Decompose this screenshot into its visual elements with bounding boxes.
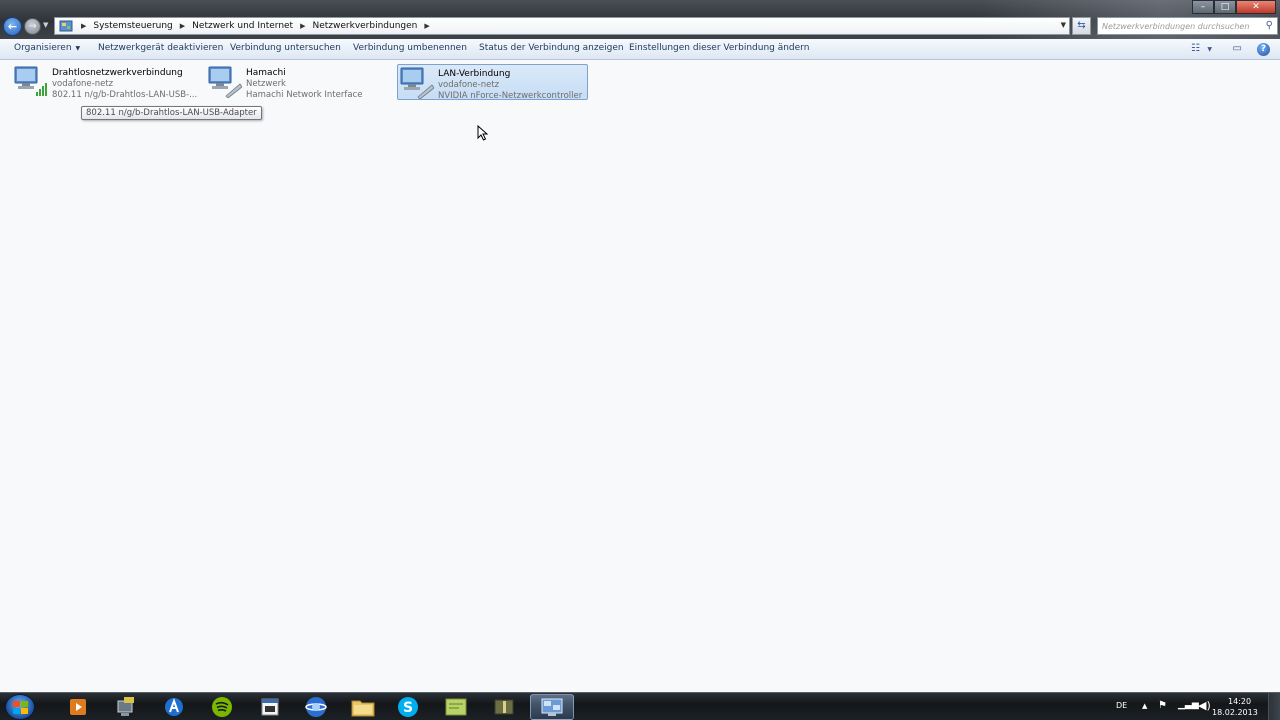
breadcrumb-separator[interactable]: ▶ [81, 22, 86, 30]
window-titlebar: – □ ✕ ← → ▼ ▶ Systemsteuerung ▶ Netzwerk… [0, 0, 1280, 39]
address-bar[interactable]: ▶ Systemsteuerung ▶ Netzwerk und Interne… [54, 17, 1070, 35]
organize-menu[interactable]: Organisieren ▼ [14, 43, 80, 53]
language-indicator[interactable]: DE [1116, 701, 1127, 710]
taskbar-file-explorer[interactable] [341, 694, 385, 720]
breadcrumb-systemsteuerung[interactable]: Systemsteuerung [93, 21, 172, 31]
refresh-button[interactable]: ⇆ [1072, 17, 1091, 35]
skype-icon: S [398, 697, 418, 717]
taskbar-network-connections[interactable] [530, 694, 574, 720]
maximize-button[interactable]: □ [1214, 0, 1236, 14]
taskbar: S DE ▲ ⚑ ▁▃▅ ◀) 14:20 18.02.2013 [0, 692, 1280, 720]
file-explorer-icon [351, 700, 375, 717]
volume-icon[interactable]: ◀) [1198, 699, 1211, 712]
taskbar-spotify[interactable] [200, 694, 244, 720]
network-adapter-icon [206, 64, 243, 99]
connection-name: LAN-Verbindung [438, 69, 511, 79]
arrow-right-icon: → [28, 21, 37, 32]
connection-status-button[interactable]: Status der Verbindung anzeigen [479, 43, 624, 53]
connection-device: NVIDIA nForce-Netzwerkcontroller [438, 91, 583, 101]
search-icon[interactable]: ⚲ [1266, 20, 1273, 31]
svg-text:S: S [403, 700, 413, 716]
media-player-icon [70, 699, 86, 715]
connection-name: Drahtlosnetzwerkverbindung [52, 68, 183, 78]
minimize-button[interactable]: – [1192, 0, 1214, 14]
forward-button[interactable]: → [24, 18, 41, 35]
network-signal-icon[interactable]: ▁▃▅ [1178, 700, 1199, 710]
breadcrumb-netzwerkverbindungen[interactable]: Netzwerkverbindungen [312, 21, 417, 31]
taskbar-notes[interactable] [434, 694, 478, 720]
arrow-left-icon: ← [7, 20, 18, 33]
connection-device: 802.11 n/g/b-Drahtlos-LAN-USB-... [52, 90, 198, 100]
window-controls: – □ ✕ [1192, 0, 1276, 14]
network-monitor-icon [117, 697, 134, 716]
diagnose-connection-button[interactable]: Verbindung untersuchen [230, 43, 341, 53]
help-icon[interactable]: ? [1257, 43, 1270, 56]
spotify-icon [212, 697, 232, 717]
connection-network: Netzwerk [246, 79, 286, 89]
chevron-down-icon: ▼ [75, 45, 81, 52]
device-tooltip: 802.11 n/g/b-Drahtlos-LAN-USB-Adapter [81, 106, 262, 120]
change-settings-button[interactable]: Einstellungen dieser Verbindung ändern [629, 43, 809, 53]
control-panel-icon [58, 18, 74, 34]
deactivate-device-button[interactable]: Netzwerkgerät deaktivieren [98, 43, 223, 53]
show-hidden-icons-icon[interactable]: ▲ [1142, 702, 1147, 710]
breadcrumb-netzwerk-und-internet[interactable]: Netzwerk und Internet [192, 21, 293, 31]
rename-connection-button[interactable]: Verbindung umbenennen [353, 43, 467, 53]
tool-icon [494, 699, 514, 715]
breadcrumb-separator[interactable]: ▶ [180, 22, 185, 30]
connection-item-hamachi[interactable]: Hamachi Netzwerk Hamachi Network Interfa… [206, 64, 386, 100]
taskbar-media-player[interactable] [56, 694, 100, 720]
breadcrumb-separator[interactable]: ▶ [300, 22, 305, 30]
action-center-icon[interactable]: ⚑ [1158, 700, 1167, 711]
refresh-icon: ⇆ [1077, 20, 1086, 31]
address-dropdown-icon[interactable]: ▼ [1061, 21, 1066, 29]
start-button[interactable] [5, 694, 35, 720]
calendar-icon [261, 698, 279, 716]
notes-icon [445, 698, 467, 716]
connection-device: Hamachi Network Interface [246, 90, 363, 100]
taskbar-network-monitor[interactable] [104, 694, 148, 720]
command-bar: Organisieren ▼ Netzwerkgerät deaktivieren… [0, 39, 1280, 60]
connection-network: vodafone-netz [52, 79, 114, 89]
view-dropdown-icon[interactable]: ▼ [1207, 46, 1212, 53]
wireless-network-icon [12, 64, 48, 98]
change-view-icon[interactable]: ☷ [1191, 43, 1200, 54]
organize-label: Organisieren [14, 43, 72, 53]
taskbar-app-store[interactable] [152, 694, 196, 720]
recent-pages-dropdown[interactable]: ▼ [43, 21, 48, 29]
connections-view: Drahtlosnetzwerkverbindung vodafone-netz… [0, 61, 1280, 692]
browser-icon [305, 697, 327, 717]
back-button[interactable]: ← [3, 17, 22, 36]
connection-item-lan[interactable]: LAN-Verbindung vodafone-netz NVIDIA nFor… [397, 64, 588, 101]
network-adapter-icon [398, 65, 435, 100]
app-store-icon [165, 698, 183, 716]
breadcrumb-separator[interactable]: ▶ [424, 22, 429, 30]
taskbar-calendar[interactable] [248, 694, 292, 720]
windows-logo-icon [13, 701, 28, 714]
mouse-cursor-icon [477, 124, 489, 144]
show-desktop-button[interactable] [1268, 693, 1280, 720]
connection-name: Hamachi [246, 68, 286, 78]
clock-date[interactable]: 18.02.2013 [1212, 708, 1258, 717]
search-box[interactable]: ⚲ [1097, 17, 1278, 35]
connection-network: vodafone-netz [438, 80, 500, 90]
taskbar-browser[interactable] [294, 694, 338, 720]
taskbar-skype[interactable]: S [386, 694, 430, 720]
preview-pane-icon[interactable]: ▭ [1233, 43, 1242, 54]
network-connections-icon [541, 698, 563, 716]
system-tray: DE ▲ ⚑ ▁▃▅ ◀) 14:20 18.02.2013 [1110, 693, 1280, 720]
connection-item-wireless[interactable]: Drahtlosnetzwerkverbindung vodafone-netz… [12, 64, 202, 100]
search-input[interactable] [1102, 19, 1260, 33]
clock-time[interactable]: 14:20 [1228, 697, 1251, 706]
taskbar-tool[interactable] [482, 694, 526, 720]
close-button[interactable]: ✕ [1236, 0, 1276, 14]
